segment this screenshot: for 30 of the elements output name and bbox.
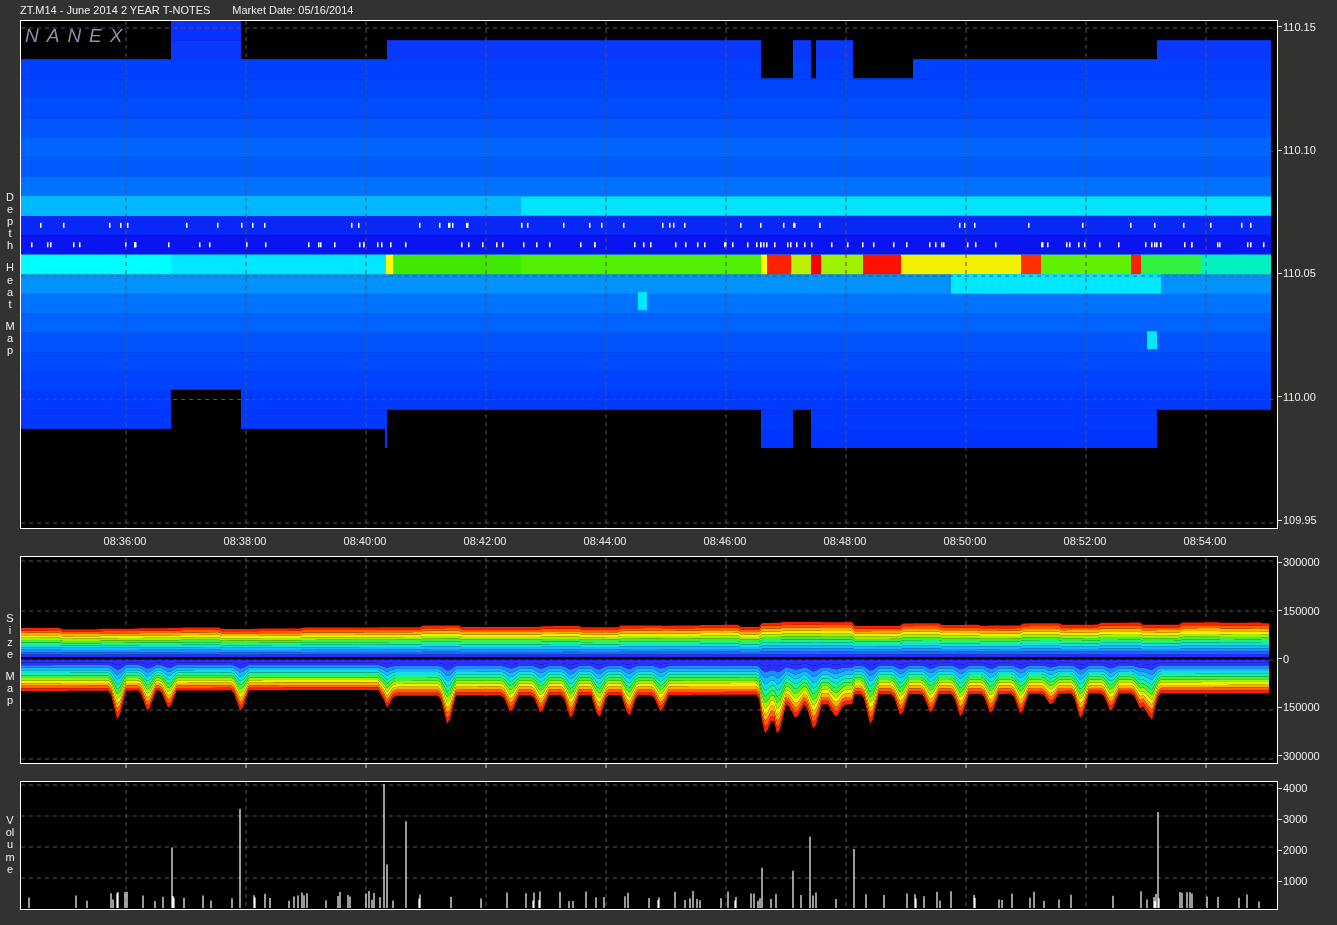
axis-label: 110.05 — [1283, 267, 1316, 280]
panel-title: Volume — [4, 814, 16, 875]
axis-label: 0 — [1283, 653, 1290, 665]
axis-label: 2000 — [1283, 844, 1308, 856]
axis-label: 300000 — [1283, 556, 1320, 569]
axis-label: 110.00 — [1283, 390, 1316, 403]
logo: NANEX — [25, 25, 131, 47]
axis-label: 4000 — [1283, 782, 1308, 794]
axis-label: 08:44:00 — [582, 534, 628, 549]
axis-label: 08:52:00 — [1062, 534, 1108, 549]
axis-label: 3000 — [1283, 813, 1308, 825]
chart-title: ZT.M14 - June 2014 2 YEAR T-NOTES — [20, 4, 211, 16]
axis-label: 1000 — [1283, 875, 1308, 887]
axis-label: 08:50:00 — [942, 534, 988, 549]
axis-label: 08:46:00 — [702, 534, 748, 549]
market-date: Market Date: 05/16/2014 — [232, 4, 354, 16]
axis-label: 109.95 — [1283, 514, 1317, 527]
axis-label: 08:54:00 — [1182, 534, 1228, 549]
panel-title: Size Map — [4, 611, 16, 707]
axis-label: 110.10 — [1283, 144, 1316, 157]
axis-label: 110.15 — [1283, 20, 1316, 33]
axis-label: 08:48:00 — [822, 534, 868, 549]
panel-title: Depth Heat Map — [4, 190, 16, 357]
axis-label: 08:40:00 — [342, 534, 388, 549]
axis-label: 08:42:00 — [462, 534, 508, 549]
axis-label: 08:36:00 — [102, 534, 148, 549]
axis-label: 08:38:00 — [222, 534, 268, 549]
axis-label: 150000 — [1283, 604, 1320, 617]
axis-label: 150000 — [1283, 701, 1320, 714]
axis-label: 300000 — [1283, 749, 1320, 762]
